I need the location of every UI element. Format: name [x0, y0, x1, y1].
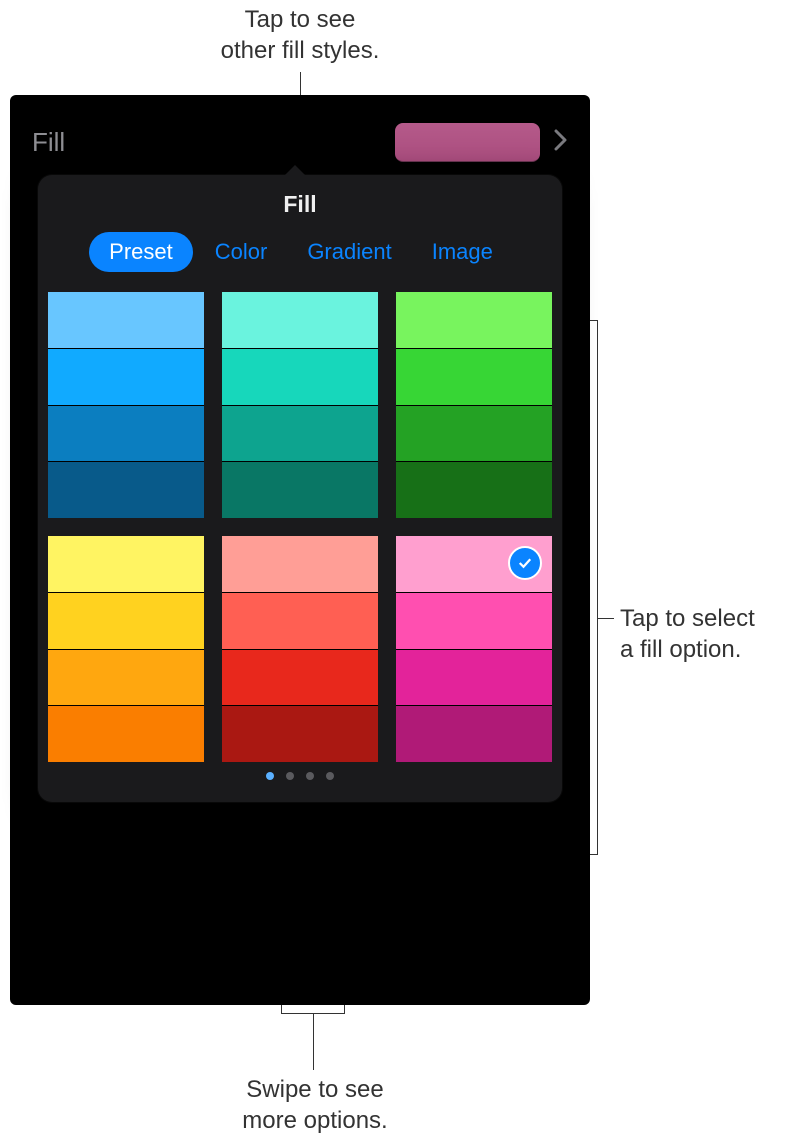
fill-type-segmented-control: PresetColorGradientImage — [38, 232, 562, 292]
page-indicator[interactable] — [38, 772, 562, 780]
preset-swatch-red[interactable] — [222, 536, 378, 762]
swatch-shade — [48, 405, 204, 462]
tab-image[interactable]: Image — [414, 232, 511, 272]
fill-popover: Fill PresetColorGradientImage — [38, 175, 562, 802]
preset-swatch-yellow[interactable] — [48, 536, 204, 762]
swatch-shade — [222, 405, 378, 462]
swatch-shade — [48, 461, 204, 518]
page-dot[interactable] — [326, 772, 334, 780]
swatch-shade — [48, 592, 204, 649]
swatch-shade — [222, 292, 378, 348]
callout-top: Tap to see other fill styles. — [150, 4, 450, 66]
callout-right: Tap to select a fill option. — [620, 603, 800, 665]
swatch-shade — [48, 705, 204, 762]
swatch-shade — [48, 348, 204, 405]
swatch-shade — [222, 461, 378, 518]
preset-swatch-grid — [38, 292, 562, 762]
format-row-fill[interactable]: Fill — [10, 113, 590, 171]
swatch-shade — [48, 649, 204, 706]
preset-swatch-pink[interactable] — [396, 536, 552, 762]
swatch-shade — [222, 536, 378, 592]
page-dot[interactable] — [306, 772, 314, 780]
swatch-shade — [222, 592, 378, 649]
page-dot[interactable] — [266, 772, 274, 780]
swatch-shade — [396, 592, 552, 649]
chevron-right-icon — [554, 126, 568, 158]
current-fill-swatch[interactable] — [395, 123, 540, 162]
swatch-shade — [48, 292, 204, 348]
page-dot[interactable] — [286, 772, 294, 780]
swatch-shade — [48, 536, 204, 592]
swatch-shade — [396, 292, 552, 348]
preset-swatch-teal[interactable] — [222, 292, 378, 518]
swatch-shade — [396, 649, 552, 706]
popover-title: Fill — [38, 175, 562, 232]
swatch-shade — [222, 348, 378, 405]
checkmark-icon — [508, 546, 542, 580]
swatch-shade — [396, 705, 552, 762]
tab-gradient[interactable]: Gradient — [289, 232, 409, 272]
swatch-shade — [396, 405, 552, 462]
callout-right-leader — [598, 618, 614, 619]
popover-arrow — [283, 165, 307, 177]
swatch-shade — [396, 348, 552, 405]
preset-swatch-green[interactable] — [396, 292, 552, 518]
format-row-label: Fill — [32, 127, 65, 158]
tab-color[interactable]: Color — [197, 232, 286, 272]
device-frame: Fill Fill PresetColorGradientImage — [10, 95, 590, 1005]
swatch-shade — [222, 705, 378, 762]
preset-swatch-blue[interactable] — [48, 292, 204, 518]
callout-bottom-leader — [313, 1014, 314, 1070]
tab-preset[interactable]: Preset — [89, 232, 193, 272]
swatch-shade — [396, 461, 552, 518]
swatch-shade — [222, 649, 378, 706]
callout-bottom: Swipe to see more options. — [205, 1074, 425, 1136]
